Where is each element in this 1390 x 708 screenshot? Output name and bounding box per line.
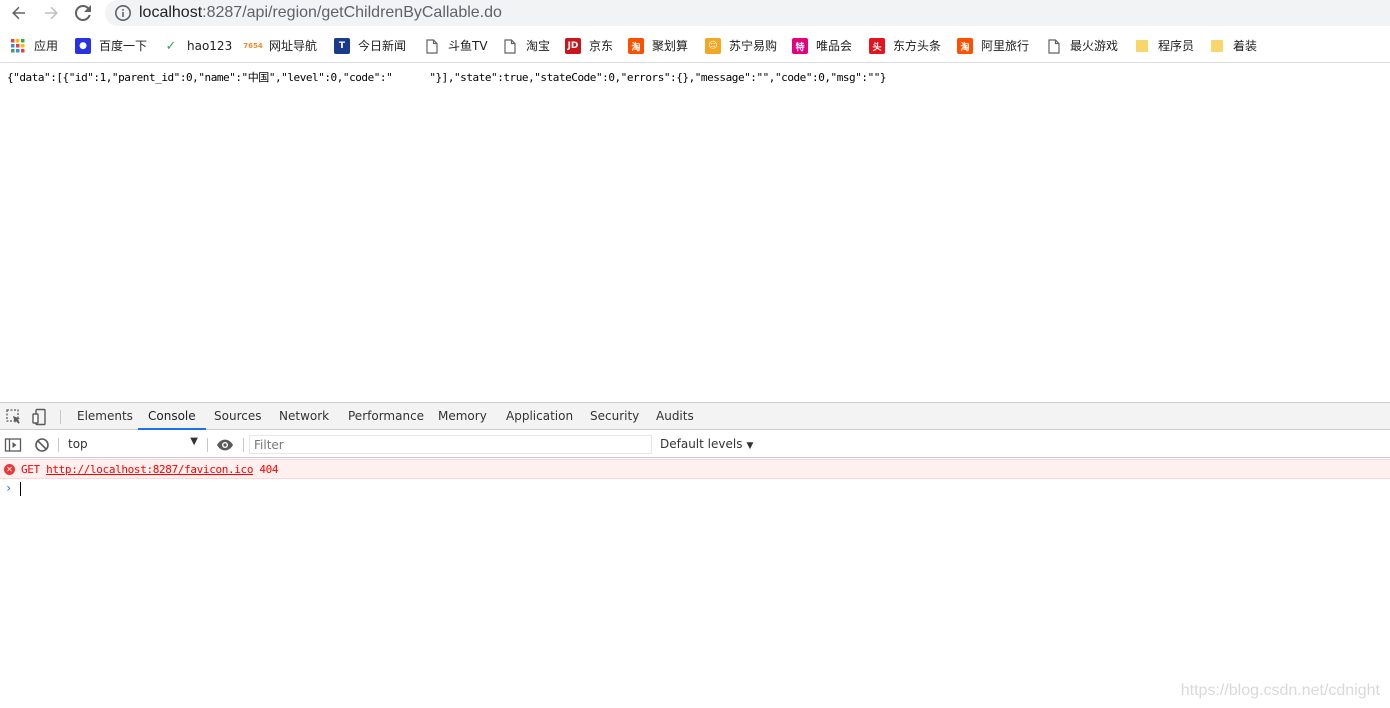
console-filter-input[interactable] [249, 435, 652, 454]
bookmark-label: hao123 [187, 39, 233, 53]
clear-console-icon[interactable] [33, 436, 51, 454]
bookmarks-bar: 应用 ● 百度一下 ✓ hao123 7654 网址导航 T 今日新闻 斗鱼TV 淘宝 JD 京东淘聚划… [0, 31, 1390, 61]
error-text: GET http://localhost:8287/favicon.ico 40… [21, 463, 279, 476]
taobao-icon: 淘 [628, 38, 644, 54]
apps-grid-icon [10, 38, 26, 54]
console-error-message: ✕ GET http://localhost:8287/favicon.ico … [0, 459, 1390, 479]
bookmark-label: 应用 [34, 39, 59, 53]
devtools-panel: Elements Console Sources Network Performance… [0, 402, 1390, 708]
devtools-tab-bar: Elements Console Sources Network Performance… [0, 403, 1390, 430]
console-toolbar: top ▼ Default levels▼ [0, 431, 1390, 458]
taobao-icon: 淘 [957, 38, 973, 54]
json-response-text: {"data":[{"id":1,"parent_id":0,"name":"中… [7, 71, 887, 84]
page-icon [502, 38, 518, 54]
bookmark-label: 京东 [589, 39, 614, 53]
back-button[interactable] [7, 2, 31, 24]
folder-icon [1209, 38, 1225, 54]
baidu-paw-icon: ● [75, 38, 91, 54]
back-arrow-icon [12, 6, 25, 20]
bookmark-item[interactable]: 程序员 [1134, 36, 1194, 56]
bookmark-item[interactable]: JD 京东 [565, 36, 613, 56]
bookmark-label: 阿里旅行 [981, 39, 1030, 53]
bookmark-label: 东方头条 [893, 39, 942, 53]
tab-console[interactable]: Console [138, 403, 206, 430]
reload-button[interactable] [71, 2, 95, 24]
tab-sources[interactable]: Sources [214, 403, 261, 430]
error-url-link[interactable]: http://localhost:8287/favicon.ico [46, 463, 253, 476]
context-select[interactable]: top ▼ [62, 435, 202, 454]
eye-icon[interactable] [216, 436, 234, 454]
console-input-caret[interactable] [20, 482, 21, 496]
bookmark-label: 淘宝 [526, 39, 551, 53]
bookmarks-divider [0, 62, 1390, 63]
info-icon[interactable] [114, 4, 132, 22]
inspect-element-icon[interactable] [5, 408, 23, 426]
error-icon: ✕ [4, 464, 15, 475]
folder-icon [1134, 38, 1150, 54]
bookmark-item[interactable]: ✓ hao123 [163, 36, 233, 56]
7654-icon: 7654 [243, 42, 263, 50]
bookmark-label: 程序员 [1158, 39, 1195, 53]
bookmark-item[interactable]: 最火游戏 [1046, 36, 1118, 56]
reload-icon [75, 5, 91, 21]
sidebar-toggle-icon[interactable] [4, 436, 22, 454]
vip-te-icon: 特 [792, 38, 808, 54]
error-method: GET [21, 463, 40, 476]
bookmark-label: 苏宁易购 [729, 39, 778, 53]
bookmark-item[interactable]: 淘宝 [502, 36, 550, 56]
console-prompt-icon: › [5, 481, 13, 495]
bookmark-item[interactable]: 淘聚划算 [628, 36, 688, 56]
bookmark-label: 网址导航 [269, 39, 318, 53]
tab-elements[interactable]: Elements [77, 403, 133, 430]
news-t-icon: T [334, 38, 350, 54]
watermark: https://blog.csdn.net/cdnight [1180, 682, 1380, 699]
toolbar-separator [60, 410, 61, 424]
toolbar-separator [243, 438, 244, 452]
log-levels-dropdown[interactable]: Default levels ▼ [660, 437, 753, 451]
page-icon [1046, 38, 1062, 54]
bookmark-label: 斗鱼TV [448, 39, 488, 53]
bookmark-item[interactable]: 特唯品会 [792, 36, 852, 56]
forward-arrow-icon [45, 6, 58, 20]
page-icon [424, 38, 440, 54]
caret-down-icon: ▼ [746, 441, 754, 451]
tab-application[interactable]: Application [506, 403, 573, 430]
device-toolbar-icon[interactable] [31, 408, 49, 426]
tab-audits[interactable]: Audits [656, 403, 694, 430]
bookmark-label: 最火游戏 [1070, 39, 1119, 53]
bookmark-item[interactable]: 着装 [1209, 36, 1257, 56]
chevron-down-icon: ▼ [190, 436, 198, 447]
bookmark-item[interactable]: 7654 网址导航 [243, 36, 318, 56]
tab-memory[interactable]: Memory [438, 403, 487, 430]
url-text[interactable]: localhost:8287/api/region/getChildrenByC… [139, 4, 502, 22]
toutiao-icon: 头 [869, 38, 885, 54]
jd-icon: JD [565, 38, 581, 54]
bookmark-item[interactable]: 头东方头条 [869, 36, 941, 56]
bookmark-item[interactable]: 斗鱼TV [424, 36, 488, 56]
tab-performance[interactable]: Performance [348, 403, 424, 430]
suning-lion-icon: ☺ [705, 38, 721, 54]
bookmark-item[interactable]: 应用 [10, 36, 58, 56]
address-bar[interactable]: localhost:8287/api/region/getChildrenByC… [105, 0, 1390, 26]
context-value: top [68, 437, 88, 451]
tab-network[interactable]: Network [279, 403, 329, 430]
hao123-icon: ✓ [165, 38, 177, 54]
toolbar-separator [207, 438, 208, 452]
tab-security[interactable]: Security [590, 403, 639, 430]
log-levels-label: Default levels [660, 437, 743, 451]
error-status: 404 [259, 463, 279, 476]
browser-toolbar: localhost:8287/api/region/getChildrenByC… [0, 0, 1390, 27]
bookmark-label: 百度一下 [99, 39, 148, 53]
bookmark-label: 今日新闻 [358, 39, 407, 53]
bookmark-label: 着装 [1233, 39, 1258, 53]
bookmark-item[interactable]: ☺ 苏宁易购 [705, 36, 777, 56]
bookmark-label: 唯品会 [816, 39, 853, 53]
bookmark-item[interactable]: T 今日新闻 [334, 36, 406, 56]
forward-button[interactable] [39, 2, 63, 24]
bookmark-label: 聚划算 [652, 39, 689, 53]
bookmark-item[interactable]: 淘阿里旅行 [957, 36, 1029, 56]
bookmark-item[interactable]: ● 百度一下 [75, 36, 147, 56]
toolbar-separator [58, 438, 59, 452]
